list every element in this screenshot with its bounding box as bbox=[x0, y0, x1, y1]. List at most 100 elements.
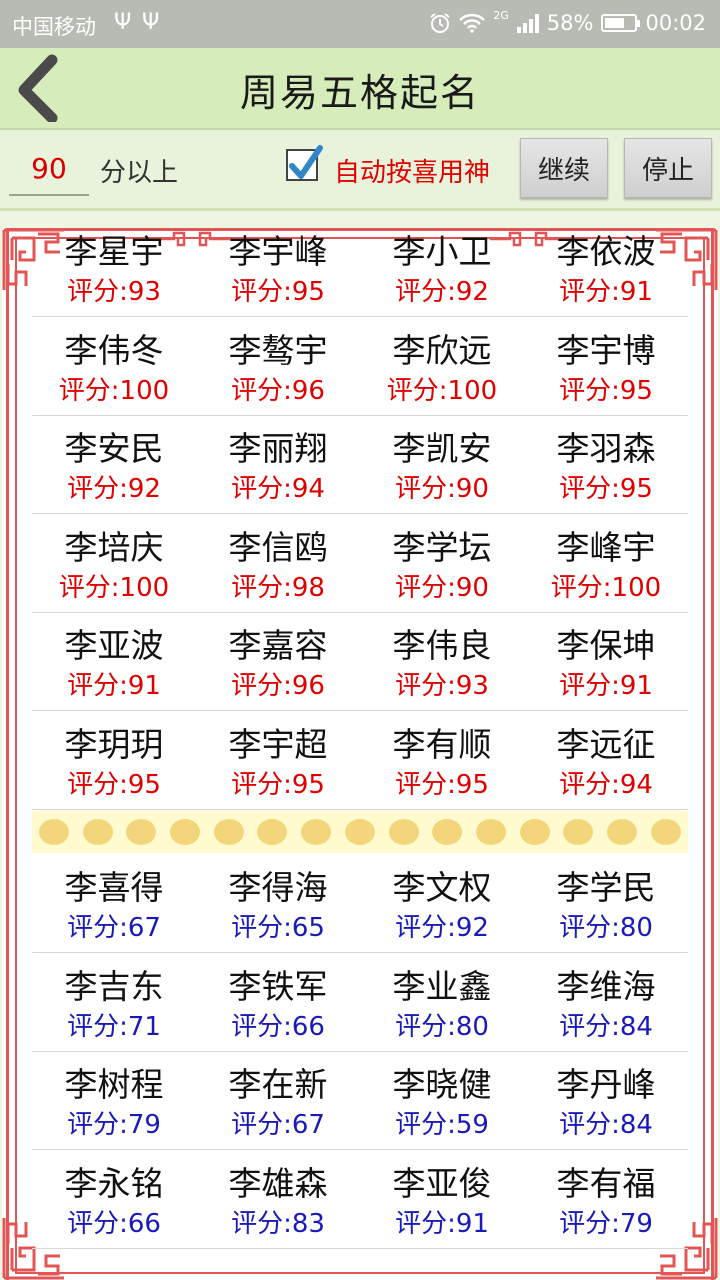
name-row: 李亚波 评分:91 李嘉容 评分:96 李伟良 评分:93 李保坤 评分:91 bbox=[32, 612, 688, 711]
battery-percent: 58% bbox=[546, 11, 594, 35]
name-card[interactable]: 李骜宇 评分:96 bbox=[196, 317, 360, 415]
clock: 00:02 bbox=[645, 11, 706, 35]
name-text: 李文权 bbox=[392, 868, 492, 907]
name-card[interactable]: 李信鸥 评分:98 bbox=[196, 514, 360, 612]
score-text: 评分:84 bbox=[559, 1011, 653, 1042]
stop-button[interactable]: 停止 bbox=[624, 138, 712, 198]
name-text: 李学坛 bbox=[392, 527, 492, 567]
score-text: 评分:95 bbox=[395, 769, 489, 800]
name-card[interactable]: 李凯安 评分:90 bbox=[360, 415, 524, 513]
name-card[interactable]: 李有顺 评分:95 bbox=[360, 711, 524, 809]
name-card[interactable]: 李星宇评分:93 bbox=[32, 228, 196, 316]
name-card[interactable]: 李业鑫 评分:80 bbox=[360, 953, 524, 1051]
name-text: 李宇峰 bbox=[228, 232, 328, 271]
auto-yongshen-label[interactable]: 自动按喜用神 bbox=[334, 152, 490, 189]
score-text: 评分:95 bbox=[231, 769, 325, 800]
name-card[interactable]: 李文权评分:92 bbox=[360, 854, 524, 952]
score-text: 评分:95 bbox=[231, 277, 325, 307]
name-text: 李丹峰 bbox=[556, 1065, 656, 1104]
name-text: 李保坤 bbox=[556, 626, 656, 665]
name-text: 李晓健 bbox=[392, 1065, 492, 1104]
name-card[interactable]: 李树程 评分:79 bbox=[32, 1051, 196, 1149]
score-text: 评分:96 bbox=[231, 375, 325, 406]
name-card[interactable]: 李得海 评分:65 bbox=[196, 854, 360, 952]
name-card[interactable]: 李嘉容评分:96 bbox=[196, 612, 360, 710]
name-card[interactable]: 李亚俊 评分:91 bbox=[360, 1150, 524, 1248]
name-card[interactable]: 李峰宇 评分:100 bbox=[524, 514, 688, 612]
name-text: 李信鸥 bbox=[228, 527, 328, 567]
name-card[interactable]: 李雄森 评分:83 bbox=[196, 1150, 360, 1248]
score-text: 评分:95 bbox=[559, 474, 653, 504]
score-text: 评分:79 bbox=[559, 1208, 653, 1239]
name-row: 李安民 评分:92 李丽翔 评分:94 李凯安 评分:90 李羽森 评分:95 bbox=[32, 415, 688, 514]
name-row: 李树程 评分:79 李在新 评分:67 李晓健 评分:59 李丹峰 评分:84 bbox=[32, 1051, 688, 1150]
name-text: 李培庆 bbox=[64, 527, 164, 567]
score-text: 评分:67 bbox=[231, 1110, 325, 1140]
name-card[interactable]: 李永铭 评分:66 bbox=[32, 1150, 196, 1248]
score-text: 评分:96 bbox=[231, 671, 325, 701]
score-text: 评分:92 bbox=[395, 913, 489, 943]
name-card[interactable]: 李铁军 评分:66 bbox=[196, 953, 360, 1051]
name-card[interactable]: 李宇峰评分:95 bbox=[196, 228, 360, 316]
name-text: 李在新 bbox=[228, 1065, 328, 1104]
name-text: 李宇博 bbox=[556, 330, 656, 370]
score-text: 评分:94 bbox=[559, 769, 653, 800]
signal-icon bbox=[516, 13, 539, 33]
name-card[interactable]: 李丹峰 评分:84 bbox=[524, 1051, 688, 1149]
name-card[interactable]: 李保坤 评分:91 bbox=[524, 612, 688, 710]
continue-button[interactable]: 继续 bbox=[520, 138, 608, 198]
wifi-icon bbox=[459, 13, 486, 33]
name-row: 李吉东 评分:71 李铁军 评分:66 李业鑫 评分:80 李维海 评分:84 bbox=[32, 953, 688, 1052]
score-text: 评分:93 bbox=[67, 277, 161, 307]
name-card[interactable]: 李喜得评分:67 bbox=[32, 854, 196, 952]
name-card[interactable]: 李维海 评分:84 bbox=[524, 953, 688, 1051]
name-text: 李欣远 bbox=[392, 330, 492, 370]
score-text: 评分:67 bbox=[67, 913, 161, 943]
name-card[interactable]: 李欣远 评分:100 bbox=[360, 317, 524, 415]
battery-icon bbox=[601, 14, 641, 32]
name-card[interactable]: 李羽森评分:95 bbox=[524, 415, 688, 513]
name-card[interactable]: 李伟冬 评分:100 bbox=[32, 317, 196, 415]
score-text: 评分:95 bbox=[559, 375, 653, 406]
name-card[interactable]: 李远征 评分:94 bbox=[524, 711, 688, 809]
score-suffix-label: 分以上 bbox=[100, 158, 179, 188]
score-text: 评分:100 bbox=[58, 375, 170, 406]
name-card[interactable]: 李安民 评分:92 bbox=[32, 415, 196, 513]
score-text: 评分:66 bbox=[67, 1208, 161, 1239]
name-card[interactable]: 李在新评分:67 bbox=[196, 1051, 360, 1149]
title-bar: 周易五格起名 bbox=[0, 48, 720, 130]
name-text: 李星宇 bbox=[64, 232, 164, 271]
name-card[interactable]: 李丽翔 评分:94 bbox=[196, 415, 360, 513]
score-text: 评分:90 bbox=[395, 474, 489, 504]
name-card[interactable]: 李伟良 评分:93 bbox=[360, 612, 524, 710]
min-score-input[interactable] bbox=[9, 142, 89, 196]
name-text: 李喜得 bbox=[64, 868, 164, 907]
name-card[interactable]: 李吉东 评分:71 bbox=[32, 953, 196, 1051]
name-card[interactable]: 李依波 评分:91 bbox=[524, 228, 688, 316]
name-row: 李永铭 评分:66 李雄森 评分:83 李亚俊 评分:91 李有福 评分:79 bbox=[32, 1150, 688, 1249]
auto-yongshen-checkbox[interactable] bbox=[286, 145, 323, 181]
name-card[interactable]: 李学民 评分:80 bbox=[524, 854, 688, 952]
name-text: 李小卫 bbox=[392, 232, 492, 271]
name-card[interactable]: 李小卫 评分:92 bbox=[360, 228, 524, 316]
name-text: 李峰宇 bbox=[556, 527, 656, 567]
name-card[interactable]: 李有福评分:79 bbox=[524, 1150, 688, 1248]
name-card[interactable]: 李培庆 评分:100 bbox=[32, 514, 196, 612]
name-card[interactable]: 李学坛 评分:90 bbox=[360, 514, 524, 612]
name-list-panel[interactable]: 李星宇 评分:93 李宇峰 评分:95 李小卫 评分:92 李依波 评分:91 李伟冬 评分:10… bbox=[2, 228, 718, 1280]
name-card[interactable]: 李宇博评分:95 bbox=[524, 317, 688, 415]
score-text: 评分:83 bbox=[231, 1208, 325, 1239]
name-text: 李有福 bbox=[556, 1163, 656, 1203]
name-card[interactable]: 李晓健 评分:59 bbox=[360, 1051, 524, 1149]
name-text: 李亚俊 bbox=[392, 1163, 492, 1203]
name-card[interactable]: 李亚波 评分:91 bbox=[32, 612, 196, 710]
score-text: 评分:91 bbox=[67, 671, 161, 701]
name-card[interactable]: 李玥玥 评分:95 bbox=[32, 711, 196, 809]
name-text: 李安民 bbox=[64, 429, 164, 468]
name-text: 李树程 bbox=[64, 1065, 164, 1104]
name-card[interactable]: 李宇超 评分:95 bbox=[196, 711, 360, 809]
name-text: 李羽森 bbox=[556, 429, 656, 468]
control-bar: 分以上 自动按喜用神 继续 停止 bbox=[0, 130, 720, 211]
name-text: 李嘉容 bbox=[228, 626, 328, 665]
score-text: 评分:65 bbox=[231, 913, 325, 943]
